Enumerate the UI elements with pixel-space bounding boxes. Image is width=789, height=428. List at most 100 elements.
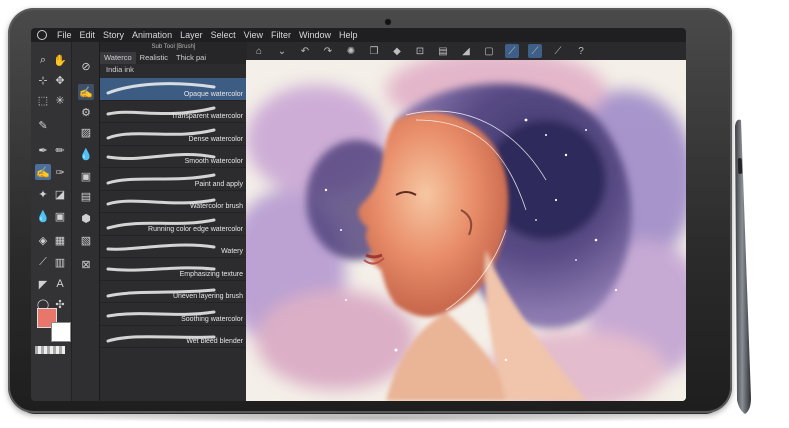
move-icon[interactable]: ⊹	[35, 72, 51, 88]
fill-bucket-icon[interactable]: ▣	[52, 208, 68, 224]
brush-item[interactable]: Uneven layering brush	[100, 281, 247, 303]
navigator-icon[interactable]: ⊠	[78, 256, 94, 272]
ruler-icon[interactable]: ⟋	[505, 44, 519, 58]
brush-name: Soothing watercolor	[181, 315, 243, 323]
hand-icon[interactable]: ✋	[52, 52, 68, 68]
brush-group-icon[interactable]: ⊘	[78, 58, 94, 74]
command-bar: ⌂ ⌄ ↶ ↷ ✺ ❐ ◆ ⊡ ▤ ◢ ▢ ⟋ ⟋ ⟋ ?	[246, 42, 686, 60]
brush-name: Uneven layering brush	[172, 293, 243, 300]
redo-icon[interactable]: ↷	[321, 44, 335, 58]
zoom-icon[interactable]: ⌕	[35, 52, 51, 68]
drawing-canvas[interactable]	[246, 60, 686, 401]
menu-select[interactable]: Select	[211, 28, 236, 42]
menu-window[interactable]: Window	[299, 28, 331, 42]
menu-layer[interactable]: Layer	[180, 28, 203, 42]
airbrush-icon[interactable]: ✑	[52, 164, 68, 180]
marquee-icon[interactable]: ⬚	[35, 92, 51, 108]
decoration-icon[interactable]: ✦	[35, 186, 51, 202]
material-icon[interactable]: ▤	[78, 188, 94, 204]
cube-icon[interactable]: ⬢	[78, 210, 94, 226]
tab-thick-paint[interactable]: Thick pai	[172, 52, 210, 64]
brush-item[interactable]: Opaque watercolor	[100, 78, 247, 101]
eraser-icon[interactable]: ◪	[52, 186, 68, 202]
snap-icon[interactable]: ⟋	[528, 44, 542, 58]
undo-icon[interactable]: ↶	[298, 44, 312, 58]
preview-icon[interactable]: ▣	[78, 168, 94, 184]
figure-icon[interactable]: ▦	[52, 232, 68, 248]
tab-realistic[interactable]: Realistic	[136, 52, 172, 64]
transform-icon[interactable]: ▤	[436, 44, 450, 58]
brush-icon[interactable]: ✍	[35, 164, 51, 180]
gradient-icon[interactable]: ◢	[459, 44, 473, 58]
magic-wand-icon[interactable]: ✳	[52, 92, 68, 108]
watercolor-group-icon[interactable]: ✍	[78, 84, 94, 100]
menu-filter[interactable]: Filter	[271, 28, 291, 42]
brush-tabs: Waterco Realistic Thick pai	[100, 52, 247, 64]
gradient-tool-icon[interactable]: ◈	[35, 232, 51, 248]
brush-item[interactable]: Soothing watercolor	[100, 303, 247, 326]
brush-item[interactable]: Watercolor brush	[100, 191, 247, 213]
brush-item[interactable]: Dense watercolor	[100, 123, 247, 146]
eyedropper-icon[interactable]: ✎	[35, 117, 51, 133]
drop-icon[interactable]: 💧	[78, 146, 94, 162]
sub-color-swatch[interactable]	[51, 322, 71, 342]
sub-tool-group-column: ⊘ ✍ ⚙ ▨ 💧 ▣ ▤ ⬢ ▧ ⊠	[71, 42, 100, 401]
panel-title: Sub Tool [Brush]	[100, 42, 247, 52]
brush-item[interactable]: Wet bleed blender	[100, 326, 247, 348]
settings-icon[interactable]: ⚙	[78, 104, 94, 120]
line-icon[interactable]: ⟋	[35, 254, 51, 270]
menu-bar: File Edit Story Animation Layer Select V…	[31, 28, 686, 42]
tab-watercolor[interactable]: Waterco	[100, 52, 136, 64]
frame-icon[interactable]: ▥	[52, 254, 68, 270]
crop-icon[interactable]: ⊡	[413, 44, 427, 58]
brush-item[interactable]: Paint and apply	[100, 168, 247, 191]
pencil-icon[interactable]: ✏	[52, 142, 68, 158]
menu-help[interactable]: Help	[339, 28, 358, 42]
transparent-color-swatch[interactable]	[35, 346, 65, 354]
brush-item[interactable]: Smooth watercolor	[100, 146, 247, 168]
brush-name: Transparent watercolor	[171, 113, 243, 120]
sub-tool-panel: Sub Tool [Brush] Waterco Realistic Thick…	[99, 42, 247, 401]
tool-palette: ⌕ ✋ ⊹ ✥ ⬚ ✳ ✎ ✒ ✏ ✍ ✑ ✦ ◪ 💧 ▣ ◈ ▦ ⟋ ▥ ◤ …	[31, 42, 71, 401]
brush-name: Running color edge watercolor	[148, 225, 243, 233]
arrow-move-icon[interactable]: ✥	[52, 72, 68, 88]
front-camera	[385, 19, 391, 25]
pen-icon[interactable]: ✒	[35, 142, 51, 158]
watercolor-portrait-illustration	[246, 60, 686, 401]
brush-item[interactable]: Running color edge watercolor	[100, 213, 247, 236]
copy-icon[interactable]: ❐	[367, 44, 381, 58]
brush-item[interactable]: Watery	[100, 236, 247, 258]
text-icon[interactable]: A	[52, 276, 68, 292]
brush-name: Watercolor brush	[189, 203, 243, 210]
menu-view[interactable]: View	[244, 28, 263, 42]
operation-icon[interactable]: ◤	[35, 276, 51, 292]
blend-icon[interactable]: 💧	[35, 208, 51, 224]
menu-animation[interactable]: Animation	[132, 28, 172, 42]
pen-pressure-icon[interactable]: ⟋	[551, 44, 565, 58]
help-icon[interactable]: ?	[574, 44, 588, 58]
layer-stack-icon[interactable]: ▧	[78, 232, 94, 248]
fill-icon[interactable]: ◆	[390, 44, 404, 58]
stylus-pen	[735, 119, 751, 414]
menu-story[interactable]: Story	[103, 28, 124, 42]
brush-stroke-preview	[106, 243, 216, 251]
brush-name: Opaque watercolor	[183, 90, 243, 98]
brush-item[interactable]: Transparent watercolor	[100, 101, 247, 123]
app-logo-icon[interactable]	[37, 30, 47, 40]
tablet-device: File Edit Story Animation Layer Select V…	[8, 8, 732, 413]
brush-name: Watery	[221, 248, 243, 255]
loading-icon[interactable]: ✺	[344, 44, 358, 58]
layer-icon[interactable]: ▨	[78, 124, 94, 140]
brush-name: Smooth watercolor	[184, 158, 243, 165]
tab-india-ink[interactable]: India ink	[100, 64, 247, 76]
app-screen: File Edit Story Animation Layer Select V…	[31, 28, 686, 401]
square-icon[interactable]: ▢	[482, 44, 496, 58]
chevron-down-icon[interactable]: ⌄	[275, 44, 289, 58]
brush-list: Opaque watercolor Transparent watercolor D…	[100, 78, 247, 348]
menu-file[interactable]: File	[57, 28, 72, 42]
brush-item[interactable]: Emphasizing texture	[100, 258, 247, 281]
menu-edit[interactable]: Edit	[80, 28, 96, 42]
tablet-shadow	[30, 413, 730, 423]
save-icon[interactable]: ⌂	[252, 44, 266, 58]
brush-name: Dense watercolor	[188, 135, 243, 143]
